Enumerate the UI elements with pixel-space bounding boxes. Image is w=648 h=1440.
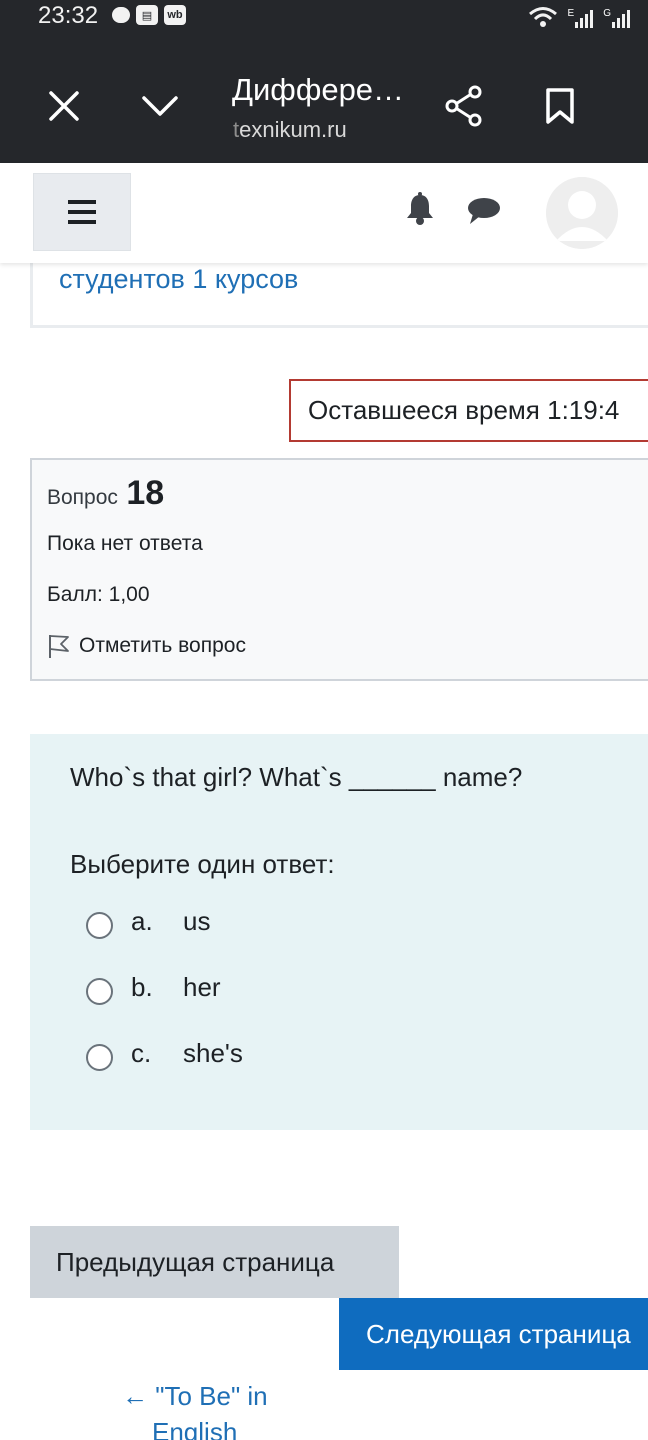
answer-option-c[interactable]: c. she's: [86, 1036, 243, 1071]
flag-icon: [49, 635, 69, 658]
previous-activity-link[interactable]: ← "To Be" in English: [122, 1378, 322, 1440]
wifi-icon: [528, 7, 557, 27]
signal-g-icon: G: [603, 8, 630, 28]
pdf-reader-icon: ▤: [136, 5, 158, 25]
page-title: Диффере…: [232, 72, 405, 107]
hamburger-menu-icon: [68, 200, 96, 224]
question-info: Вопрос 18 Пока нет ответа Балл: 1,00 Отм…: [30, 458, 648, 681]
menu-toggle-button[interactable]: [33, 173, 131, 251]
previous-activity-line1: ← "To Be" in: [122, 1381, 268, 1411]
question-state: Пока нет ответа: [47, 532, 203, 555]
share-button[interactable]: [438, 80, 490, 132]
status-system-icons: E G: [528, 6, 630, 28]
answer-text: her: [183, 972, 221, 1002]
notifications-button[interactable]: [400, 189, 440, 229]
bell-icon: [407, 192, 433, 225]
status-time: 23:32: [38, 2, 99, 29]
close-tab-button[interactable]: [38, 80, 90, 132]
question-label: Вопрос: [47, 486, 118, 509]
question-text: Who`s that girl? What`s ______ name?: [70, 762, 523, 792]
previous-activity-line2: English: [152, 1417, 238, 1440]
bookmark-icon: [546, 88, 574, 124]
messages-button[interactable]: [462, 191, 506, 231]
answer-text: us: [183, 906, 211, 936]
user-avatar[interactable]: [546, 177, 618, 249]
wildberries-icon: wb: [164, 5, 186, 25]
flag-question-label: Отметить вопрос: [79, 634, 246, 657]
share-icon: [445, 85, 482, 127]
previous-page-button[interactable]: Предыдущая страница: [30, 1226, 399, 1298]
bookmark-button[interactable]: [534, 80, 586, 132]
timer-text: Оставшееся время 1:19:4: [308, 395, 620, 425]
signal-e-icon: E: [568, 8, 594, 28]
flag-question-button[interactable]: Отметить вопрос: [47, 633, 246, 659]
site-header: [0, 163, 648, 263]
radio-button[interactable]: [86, 912, 113, 939]
chat-icon: [468, 198, 500, 224]
message-bubble-icon: [112, 7, 130, 23]
browser-chrome: 23:32 ▤ wb E G Диффере… texnikum.ru: [0, 0, 648, 163]
quiz-timer: Оставшееся время 1:19:4: [289, 379, 648, 442]
close-icon: [49, 91, 79, 121]
question-grade: Балл: 1,00: [47, 583, 150, 606]
answer-option-b[interactable]: b. her: [86, 970, 221, 1005]
answer-number: b.: [131, 972, 153, 1002]
minimize-button[interactable]: [134, 80, 186, 132]
answer-number: a.: [131, 906, 153, 936]
radio-button[interactable]: [86, 978, 113, 1005]
chevron-down-icon: [142, 96, 178, 116]
page-domain: texnikum.ru: [233, 117, 347, 142]
user-avatar-icon: [546, 177, 618, 249]
status-app-icons: ▤ wb: [112, 5, 186, 25]
answer-number: c.: [131, 1038, 152, 1068]
course-link[interactable]: студентов 1 курсов: [59, 264, 298, 295]
next-page-button[interactable]: Следующая страница: [339, 1298, 648, 1370]
question-number: Вопрос 18: [47, 474, 164, 513]
radio-button[interactable]: [86, 1044, 113, 1071]
answer-prompt: Выберите один ответ:: [70, 849, 335, 879]
question-number-value: 18: [126, 474, 165, 512]
answer-option-a[interactable]: a. us: [86, 904, 210, 939]
answer-text: she's: [183, 1038, 243, 1068]
question-content: Who`s that girl? What`s ______ name? Выб…: [30, 734, 648, 1130]
